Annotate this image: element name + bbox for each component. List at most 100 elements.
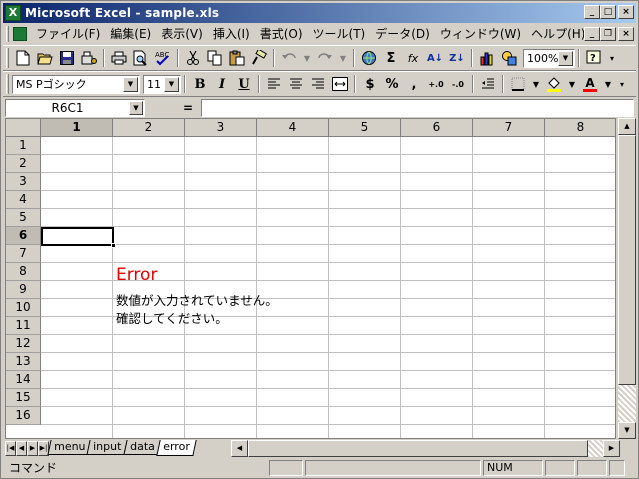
percent-button[interactable]: % (381, 73, 403, 95)
menu-help[interactable]: ヘルプ(H) (526, 25, 590, 43)
column-header[interactable]: 3 (185, 119, 257, 137)
redo-dropdown-icon[interactable]: ▼ (336, 47, 350, 69)
fill-handle[interactable] (111, 243, 116, 248)
permission-icon[interactable] (78, 47, 100, 69)
close-button[interactable]: × (618, 5, 634, 19)
formula-input[interactable] (201, 99, 634, 117)
row-header[interactable]: 3 (6, 173, 41, 191)
sheet-tab-input[interactable]: input (86, 440, 129, 455)
chevron-down-icon[interactable]: ▼ (164, 76, 179, 92)
underline-button[interactable]: U (233, 73, 255, 95)
maximize-button[interactable]: □ (600, 5, 616, 19)
excel-app-icon[interactable]: X (5, 5, 21, 21)
scroll-left-icon[interactable]: ◀ (231, 440, 248, 457)
scroll-right-icon[interactable]: ▶ (603, 440, 620, 457)
row-header[interactable]: 2 (6, 155, 41, 173)
sheet-tab-error[interactable]: error (155, 440, 196, 456)
menu-window[interactable]: ウィンドウ(W) (435, 25, 526, 43)
row-header[interactable]: 14 (6, 371, 41, 389)
row-header[interactable]: 9 (6, 281, 41, 299)
paste-icon[interactable] (226, 47, 248, 69)
save-icon[interactable] (56, 47, 78, 69)
borders-icon[interactable] (507, 73, 529, 95)
copy-icon[interactable] (204, 47, 226, 69)
font-name-select[interactable]: MS Pゴシック ▼ (12, 74, 140, 94)
format-painter-icon[interactable] (248, 47, 270, 69)
sheet-tab-data[interactable]: data (123, 440, 162, 455)
bold-button[interactable]: B (189, 73, 211, 95)
print-icon[interactable] (108, 47, 130, 69)
column-header[interactable]: 2 (113, 119, 185, 137)
align-left-icon[interactable] (263, 73, 285, 95)
cut-icon[interactable] (182, 47, 204, 69)
menu-view[interactable]: 表示(V) (156, 25, 208, 43)
row-header[interactable]: 10 (6, 299, 41, 317)
row-header[interactable]: 16 (6, 407, 41, 425)
column-header[interactable]: 1 (41, 119, 113, 137)
toolbar-options-icon[interactable]: ▾ (615, 73, 629, 95)
autosum-icon[interactable]: Σ (380, 47, 402, 69)
menu-data[interactable]: データ(D) (370, 25, 435, 43)
menu-tools[interactable]: ツール(T) (308, 25, 371, 43)
sort-ascending-icon[interactable]: A↓ (424, 47, 446, 69)
open-icon[interactable] (34, 47, 56, 69)
menu-insert[interactable]: 挿入(I) (208, 25, 255, 43)
name-box[interactable]: R6C1 ▼ (5, 99, 145, 117)
row-header[interactable]: 5 (6, 209, 41, 227)
decrease-indent-icon[interactable] (477, 73, 499, 95)
workbook-close-button[interactable]: × (618, 27, 634, 41)
title-bar[interactable]: X Microsoft Excel - sample.xls _ □ × (3, 3, 636, 23)
active-cell[interactable] (41, 227, 114, 246)
workbook-minimize-button[interactable]: _ (584, 27, 600, 41)
column-header[interactable]: 8 (545, 119, 615, 137)
scroll-up-icon[interactable]: ▲ (618, 118, 636, 135)
next-sheet-icon[interactable]: ▶ (27, 441, 38, 456)
row-header[interactable]: 15 (6, 389, 41, 407)
chart-wizard-icon[interactable] (476, 47, 498, 69)
column-header[interactable]: 5 (329, 119, 401, 137)
column-header[interactable]: 6 (401, 119, 473, 137)
zoom-select[interactable]: 100% ▼ (523, 48, 575, 68)
toolbar-grip[interactable] (6, 74, 9, 94)
horizontal-scroll-thumb[interactable] (248, 440, 588, 457)
menu-edit[interactable]: 編集(E) (105, 25, 156, 43)
first-sheet-icon[interactable]: |◀ (5, 441, 16, 456)
undo-dropdown-icon[interactable]: ▼ (300, 47, 314, 69)
scroll-down-icon[interactable]: ▼ (618, 422, 636, 439)
new-icon[interactable] (12, 47, 34, 69)
redo-icon[interactable] (314, 47, 336, 69)
decrease-decimal-button[interactable]: -.0 (447, 73, 469, 95)
increase-decimal-button[interactable]: +.0 (425, 73, 447, 95)
font-color-dropdown-icon[interactable]: ▼ (601, 73, 615, 95)
menu-format[interactable]: 書式(O) (255, 25, 308, 43)
hyperlink-icon[interactable] (358, 47, 380, 69)
undo-icon[interactable] (278, 47, 300, 69)
fill-color-dropdown-icon[interactable]: ▼ (565, 73, 579, 95)
merge-center-icon[interactable] (329, 73, 351, 95)
menu-file[interactable]: ファイル(F) (31, 25, 105, 43)
drawing-icon[interactable] (498, 47, 520, 69)
vertical-scroll-thumb[interactable] (618, 135, 636, 385)
workbook-restore-button[interactable]: ❐ (600, 27, 616, 41)
align-center-icon[interactable] (285, 73, 307, 95)
row-header[interactable]: 11 (6, 317, 41, 335)
print-preview-icon[interactable] (130, 47, 152, 69)
spelling-icon[interactable]: ABC (152, 47, 174, 69)
row-header[interactable]: 4 (6, 191, 41, 209)
font-color-icon[interactable]: A (579, 73, 601, 95)
column-header[interactable]: 4 (257, 119, 329, 137)
resize-grip[interactable] (609, 459, 625, 476)
row-header[interactable]: 8 (6, 263, 41, 281)
sort-descending-icon[interactable]: Z↓ (446, 47, 468, 69)
row-header[interactable]: 13 (6, 353, 41, 371)
row-header[interactable]: 6 (6, 227, 41, 245)
workbook-icon[interactable] (13, 27, 27, 41)
column-header[interactable]: 7 (473, 119, 545, 137)
chevron-down-icon[interactable]: ▼ (129, 101, 143, 115)
sheet-tab-menu[interactable]: menu (47, 440, 93, 455)
font-size-select[interactable]: 11 ▼ (143, 74, 181, 94)
chevron-down-icon[interactable]: ▼ (123, 76, 138, 92)
vertical-scrollbar[interactable]: ▲ ▼ (618, 118, 636, 439)
worksheet-grid[interactable]: 1 2 3 4 5 6 7 8 1 2 3 4 5 6 7 8 9 10 11 … (5, 118, 616, 439)
toolbar-options-icon[interactable]: ▾ (605, 47, 619, 69)
